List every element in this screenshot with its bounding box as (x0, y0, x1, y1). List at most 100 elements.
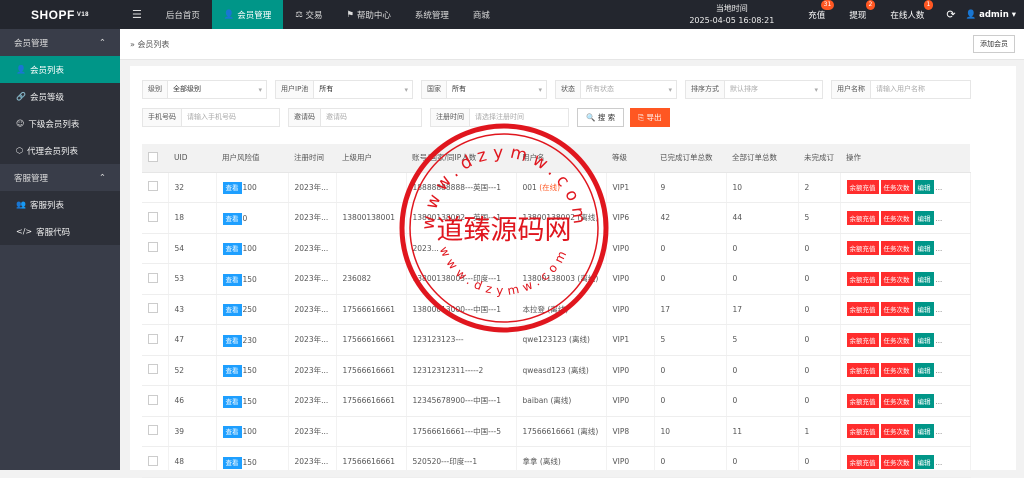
recharge-balance-button[interactable]: 余额充值 (846, 180, 879, 195)
sidebar-item-member-list[interactable]: 👤 会员列表 (0, 56, 120, 83)
edit-button[interactable]: 编辑 (914, 363, 934, 378)
view-button[interactable]: 查看 (222, 395, 242, 408)
cell-total: 44 (726, 202, 799, 234)
status-select[interactable]: 状态 所有状态 ▾ (555, 80, 677, 99)
more-actions-button[interactable]: ... (936, 215, 943, 223)
more-actions-button[interactable]: ... (936, 245, 943, 253)
phone-input[interactable]: 手机号码 请输入手机号码 (142, 108, 280, 127)
username-input[interactable]: 用户名称 请输入用户名称 (831, 80, 971, 99)
row-checkbox[interactable] (142, 385, 169, 417)
recharge-balance-button[interactable]: 余额充值 (846, 424, 879, 439)
edit-button[interactable]: 编辑 (914, 424, 934, 439)
row-checkbox[interactable] (142, 324, 169, 356)
export-button[interactable]: ⎘ 导出 (630, 108, 670, 127)
task-count-button[interactable]: 任务次数 (880, 424, 913, 439)
invite-code-input[interactable]: 邀请码 邀请码 (288, 108, 422, 127)
sidebar-item-service-list[interactable]: 👥 客服列表 (0, 191, 120, 218)
more-actions-button[interactable]: ... (936, 306, 943, 314)
view-button[interactable]: 查看 (222, 273, 242, 286)
cell-undone: 2 (798, 172, 841, 203)
recharge-balance-button[interactable]: 余额充值 (846, 271, 879, 286)
sidebar-item-sub-members[interactable]: ☺ 下级会员列表 (0, 110, 120, 137)
task-count-button[interactable]: 任务次数 (880, 180, 913, 195)
menu-toggle-icon[interactable]: ☰ (120, 0, 154, 29)
withdraw-link[interactable]: 提现 2 (849, 0, 876, 21)
edit-button[interactable]: 编辑 (914, 332, 934, 347)
sidebar-item-service-code[interactable]: </> 客服代码 (0, 218, 120, 245)
row-checkbox[interactable] (142, 416, 169, 447)
add-member-button[interactable]: 添加会员 (973, 35, 1015, 53)
recharge-balance-button[interactable]: 余额充值 (846, 363, 879, 378)
local-time: 当地时间 2025-04-05 16:08:21 (689, 3, 775, 25)
view-button[interactable]: 查看 (222, 334, 242, 347)
sidebar-item-agents[interactable]: ⬡ 代理会员列表 (0, 137, 120, 164)
more-actions-button[interactable]: ... (936, 459, 943, 467)
view-button[interactable]: 查看 (222, 304, 242, 317)
more-actions-button[interactable]: ... (936, 184, 943, 192)
row-checkbox[interactable] (142, 294, 169, 325)
more-actions-button[interactable]: ... (936, 276, 943, 284)
recharge-balance-button[interactable]: 余额充值 (846, 241, 879, 256)
edit-button[interactable]: 编辑 (914, 271, 934, 286)
task-count-button[interactable]: 任务次数 (880, 271, 913, 286)
sidebar-item-member-level[interactable]: 🔗 会员等级 (0, 83, 120, 110)
level-select[interactable]: 级别 全部级别 ▾ (142, 80, 267, 99)
task-count-button[interactable]: 任务次数 (880, 332, 913, 347)
nav-system[interactable]: 系统管理 (403, 0, 461, 29)
row-checkbox[interactable] (142, 202, 169, 234)
recharge-link[interactable]: 充值 31 (808, 0, 835, 21)
nav-help[interactable]: ⚑ 帮助中心 (335, 0, 403, 29)
ip-select[interactable]: 用户IP池 所有 ▾ (275, 80, 413, 99)
register-time-input[interactable]: 注册时间 请选择注册时间 (430, 108, 569, 127)
view-button[interactable]: 查看 (222, 212, 242, 225)
nav-trade[interactable]: ⚖ 交易 (283, 0, 334, 29)
cell-total: 0 (726, 263, 799, 295)
recharge-balance-button[interactable]: 余额充值 (846, 393, 879, 408)
task-count-button[interactable]: 任务次数 (880, 454, 913, 469)
row-checkbox[interactable] (142, 233, 169, 264)
view-button[interactable]: 查看 (222, 182, 242, 195)
nav-members[interactable]: 👤 会员管理 (211, 0, 284, 29)
recharge-balance-button[interactable]: 余额充值 (846, 454, 879, 469)
task-count-button[interactable]: 任务次数 (880, 363, 913, 378)
more-actions-button[interactable]: ... (936, 428, 943, 436)
more-actions-button[interactable]: ... (936, 398, 943, 406)
row-checkbox[interactable] (142, 355, 169, 386)
edit-button[interactable]: 编辑 (914, 302, 934, 317)
search-button[interactable]: 🔍 搜 索 (577, 108, 625, 127)
nav-mall[interactable]: 商城 (461, 0, 502, 29)
select-all-checkbox[interactable] (142, 144, 168, 173)
recharge-balance-button[interactable]: 余额充值 (846, 210, 879, 225)
edit-button[interactable]: 编辑 (914, 241, 934, 256)
refresh-icon[interactable]: ⟳ (946, 8, 955, 21)
task-count-button[interactable]: 任务次数 (880, 302, 913, 317)
user-menu[interactable]: 👤 admin ▾ (966, 10, 1016, 20)
row-checkbox[interactable] (142, 172, 169, 203)
sort-select[interactable]: 排序方式 默认排序 ▾ (685, 80, 823, 99)
nav-home[interactable]: 后台首页 (154, 0, 212, 29)
task-count-button[interactable]: 任务次数 (880, 210, 913, 225)
recharge-balance-button[interactable]: 余额充值 (846, 302, 879, 317)
edit-button[interactable]: 编辑 (914, 393, 934, 408)
online-link[interactable]: 在线人数 1 (890, 0, 934, 21)
view-button[interactable]: 查看 (222, 426, 242, 439)
link-icon: 🔗 (16, 92, 26, 101)
row-checkbox[interactable] (142, 446, 169, 478)
withdraw-badge: 2 (865, 0, 876, 10)
task-count-button[interactable]: 任务次数 (880, 393, 913, 408)
view-button[interactable]: 查看 (222, 243, 242, 256)
sidebar-group-members[interactable]: 会员管理 ⌃ (0, 29, 120, 56)
more-actions-button[interactable]: ... (936, 367, 943, 375)
view-button[interactable]: 查看 (222, 456, 242, 469)
edit-button[interactable]: 编辑 (914, 180, 934, 195)
more-actions-button[interactable]: ... (936, 337, 943, 345)
recharge-balance-button[interactable]: 余额充值 (846, 332, 879, 347)
edit-button[interactable]: 编辑 (914, 210, 934, 225)
sidebar-group-service[interactable]: 客服管理 ⌃ (0, 164, 120, 191)
view-button[interactable]: 查看 (222, 365, 242, 378)
country-select[interactable]: 国家 所有 ▾ (421, 80, 547, 99)
cell-undone: 0 (798, 446, 841, 478)
task-count-button[interactable]: 任务次数 (880, 241, 913, 256)
row-checkbox[interactable] (142, 263, 169, 295)
edit-button[interactable]: 编辑 (914, 454, 934, 469)
